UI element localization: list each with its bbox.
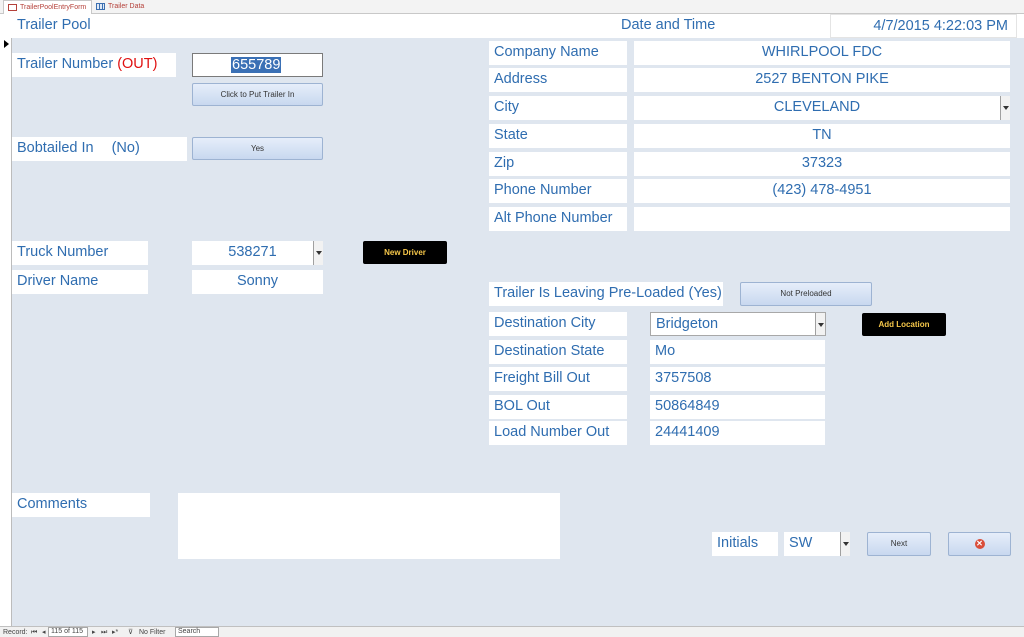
add-location-button[interactable]: Add Location [862,313,946,336]
tab-trailer-pool-entry-form[interactable]: TrailerPoolEntryForm [3,0,93,14]
form-icon [8,4,17,11]
bobtailed-label: Bobtailed In (No) [12,137,187,161]
next-button[interactable]: Next [867,532,931,556]
trailer-number-label-text: Trailer Number [17,56,118,72]
initials-label: Initials [712,532,778,556]
trailer-number-label: Trailer Number (OUT) [12,53,176,77]
alt-phone-number-label: Alt Phone Number [489,207,627,231]
destination-city-combo[interactable]: Bridgeton [650,312,826,336]
freight-bill-out-label: Freight Bill Out [489,367,627,391]
new-driver-button[interactable]: New Driver [363,241,447,264]
truck-number-value: 538271 [228,244,277,260]
bol-out-label: BOL Out [489,395,627,419]
phone-number-label: Phone Number [489,179,627,203]
current-record-input[interactable]: 115 of 115 [48,627,88,637]
destination-state-field[interactable]: Mo [650,340,825,364]
initials-value: SW [789,535,813,551]
previous-record-icon[interactable]: ◂ [42,628,46,637]
form-title: Trailer Pool [12,14,177,38]
close-form-button[interactable]: ✕ [948,532,1011,556]
destination-city-label: Destination City [489,312,627,336]
search-input[interactable]: Search [175,627,219,637]
address-field[interactable]: 2527 BENTON PIKE [634,68,1010,92]
put-trailer-in-button[interactable]: Click to Put Trailer In [192,83,323,106]
trailer-number-input[interactable]: 655789 [192,53,323,77]
next-record-icon[interactable]: ▸ [92,628,96,637]
bol-out-field[interactable]: 50864849 [650,395,825,419]
tab-label: Trailer Data [108,3,145,10]
record-label: Record: [3,629,28,636]
company-name-label: Company Name [489,41,627,65]
truck-number-dropdown-icon[interactable] [313,241,323,265]
destination-city-value: Bridgeton [656,316,719,332]
zip-field[interactable]: 37323 [634,152,1010,176]
bobtailed-yes-button[interactable]: Yes [192,137,323,160]
close-icon: ✕ [974,539,985,549]
city-value: CLEVELAND [773,99,861,115]
phone-number-field[interactable]: (423) 478-4951 [634,179,1010,203]
filter-icon[interactable]: ⊽ [128,628,133,637]
company-name-field[interactable]: WHIRLPOOL FDC [634,41,1010,65]
preloaded-label: Trailer Is Leaving Pre-Loaded (Yes) [489,282,723,306]
bobtailed-status: (No) [111,140,140,156]
truck-number-combo[interactable]: 538271 [192,241,323,265]
trailer-pool-form: Trailer Pool Date and Time 4/7/2015 4:22… [12,14,1024,626]
no-filter-label[interactable]: No Filter [139,628,165,637]
last-record-icon[interactable]: ⏭ [101,628,107,637]
record-navigation-bar: Record: ⏮ ◂ 115 of 115 ▸ ⏭ ▸* ⊽ No Filte… [0,626,1024,637]
address-label: Address [489,68,627,92]
load-number-out-label: Load Number Out [489,421,627,445]
driver-name-field[interactable]: Sonny [192,270,323,294]
tab-trailer-data[interactable]: Trailer Data [92,0,149,14]
city-dropdown-icon[interactable] [1000,96,1010,120]
city-combo[interactable]: CLEVELAND [634,96,1010,120]
document-tab-bar: TrailerPoolEntryForm Trailer Data [0,0,1024,14]
comments-textarea[interactable] [178,493,560,559]
destination-state-label: Destination State [489,340,627,364]
city-label: City [489,96,627,120]
truck-number-label: Truck Number [12,241,148,265]
trailer-number-value: 655789 [231,57,282,73]
current-record-arrow-icon [4,40,9,48]
bobtailed-label-text: Bobtailed In [17,140,94,156]
comments-label: Comments [12,493,150,517]
tab-label: TrailerPoolEntryForm [20,4,87,11]
initials-dropdown-icon[interactable] [840,532,850,556]
load-number-out-field[interactable]: 24441409 [650,421,825,445]
freight-bill-out-field[interactable]: 3757508 [650,367,825,391]
destination-city-dropdown-icon[interactable] [815,313,825,335]
alt-phone-number-field[interactable] [634,207,1010,231]
driver-name-label: Driver Name [12,270,148,294]
table-icon [96,3,105,10]
new-record-icon[interactable]: ▸* [112,628,118,637]
initials-combo[interactable]: SW [784,532,850,556]
not-preloaded-button[interactable]: Not Preloaded [740,282,872,306]
date-time-field[interactable]: 4/7/2015 4:22:03 PM [830,14,1017,38]
state-label: State [489,124,627,148]
date-time-label: Date and Time [616,14,780,38]
trailer-status-out: (OUT) [117,56,158,72]
first-record-icon[interactable]: ⏮ [31,628,37,637]
zip-label: Zip [489,152,627,176]
record-selector[interactable] [0,38,12,626]
state-field[interactable]: TN [634,124,1010,148]
